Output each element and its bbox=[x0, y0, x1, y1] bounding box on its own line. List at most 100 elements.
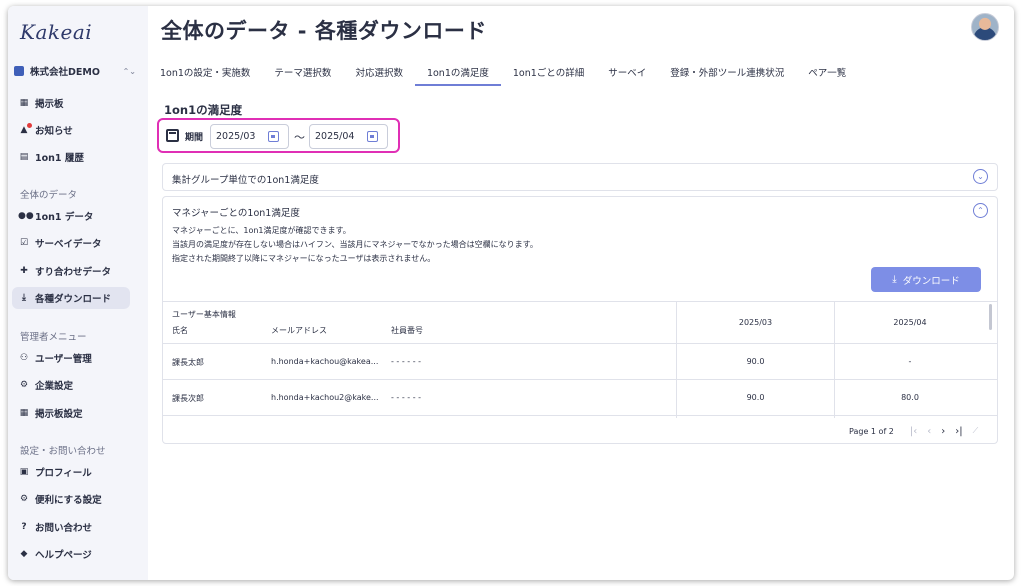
tab-bar: 1on1の設定・実施数 テーマ選択数 対応選択数 1on1の満足度 1on1ごと… bbox=[148, 60, 858, 86]
sidebar-item-board[interactable]: ▦ 掲示板 bbox=[12, 92, 130, 114]
tab-1on1-details[interactable]: 1on1ごとの詳細 bbox=[501, 60, 596, 86]
tab-integrations[interactable]: 登録・外部ツール連携状況 bbox=[658, 60, 796, 86]
section-label-admin: 管理者メニュー bbox=[20, 332, 87, 343]
sidebar: Kakeai 株式会社DEMO ⌃⌄ ▦ 掲示板 ▲ お知らせ ▤ 1on1 履… bbox=[8, 6, 148, 580]
cell-email: h.honda+kachou@kakea... bbox=[271, 357, 379, 366]
cell-value: 80.0 bbox=[901, 393, 919, 402]
sidebar-item-1on1-data[interactable]: ●● 1on1 データ bbox=[12, 205, 130, 227]
avatar[interactable] bbox=[971, 13, 999, 41]
tab-pairs[interactable]: ペア一覧 bbox=[796, 60, 858, 86]
prev-page-button[interactable]: ‹ bbox=[927, 426, 931, 437]
sidebar-item-history[interactable]: ▤ 1on1 履歴 bbox=[12, 146, 130, 168]
page-title: 全体のデータ - 各種ダウンロード bbox=[161, 19, 487, 43]
table-row: 課長太郎 h.honda+kachou@kakea... - - - - - -… bbox=[163, 344, 997, 380]
page-indicator: Page 1 of 2 bbox=[849, 426, 894, 436]
column-group-header: ユーザー基本情報 bbox=[172, 310, 236, 319]
chevron-up-icon[interactable]: ⌃ bbox=[973, 203, 988, 218]
group-satisfaction-panel[interactable]: 集計グループ単位での1on1満足度 ⌄ bbox=[162, 163, 998, 191]
sidebar-item-label: 1on1 履歴 bbox=[35, 153, 84, 164]
sidebar-item-label: すり合わせデータ bbox=[35, 267, 112, 278]
gear-icon: ⚙ bbox=[19, 494, 29, 504]
sidebar-item-contact[interactable]: ? お問い合わせ bbox=[12, 516, 130, 538]
table-scrollbar[interactable] bbox=[989, 304, 992, 330]
next-page-button[interactable]: › bbox=[941, 426, 945, 437]
column-header-month: 2025/04 bbox=[893, 318, 927, 327]
company-icon bbox=[14, 66, 24, 76]
period-selector: 期間 2025/03 〜 2025/04 bbox=[157, 118, 400, 153]
calendar-icon[interactable] bbox=[367, 131, 378, 142]
download-icon: ⤓ bbox=[22, 293, 26, 303]
cell-value: 90.0 bbox=[746, 393, 765, 402]
company-switcher[interactable]: 株式会社DEMO ⌃⌄ bbox=[14, 63, 136, 79]
sidebar-item-profile[interactable]: ▣ プロフィール bbox=[12, 461, 130, 483]
help-icon: ? bbox=[21, 522, 27, 532]
panel-description: 指定された期間終了以降にマネジャーになったユーザは表示されません。 bbox=[172, 254, 436, 263]
chevron-down-icon[interactable]: ⌄ bbox=[973, 169, 988, 184]
cell-value: - bbox=[908, 357, 912, 366]
sidebar-item-survey-data[interactable]: ☑ サーベイデータ bbox=[12, 232, 130, 254]
resize-handle-icon[interactable]: ⟋ bbox=[973, 426, 979, 436]
sidebar-item-label: 1on1 データ bbox=[35, 212, 94, 223]
pagination: Page 1 of 2 |‹ ‹ › ›| ⟋ bbox=[849, 424, 978, 438]
puzzle-icon: ✚ bbox=[20, 266, 28, 276]
sidebar-item-label: 各種ダウンロード bbox=[35, 294, 112, 305]
sidebar-item-help[interactable]: ◆ ヘルプページ bbox=[12, 543, 130, 565]
table-row: 課長次郎 h.honda+kachou2@kake... - - - - - -… bbox=[163, 380, 997, 416]
sidebar-item-label: お知らせ bbox=[35, 126, 73, 137]
sidebar-item-label: 掲示板 bbox=[35, 99, 64, 110]
first-page-button[interactable]: |‹ bbox=[910, 426, 917, 437]
survey-icon: ☑ bbox=[19, 238, 29, 248]
period-from-value: 2025/03 bbox=[216, 131, 256, 142]
period-to-input[interactable]: 2025/04 bbox=[309, 124, 388, 149]
panel-title: マネジャーごとの1on1満足度 bbox=[172, 208, 300, 219]
section-title: 1on1の満足度 bbox=[164, 103, 243, 117]
panel-description: 当該月の満足度が存在しない場合はハイフン、当該月にマネジャーでなかった場合は空欄… bbox=[172, 240, 538, 249]
sidebar-item-label: プロフィール bbox=[35, 468, 92, 479]
column-header-month: 2025/03 bbox=[738, 318, 773, 327]
download-button[interactable]: ⤓ ダウンロード bbox=[871, 267, 981, 292]
sidebar-item-preferences[interactable]: ⚙ 便利にする設定 bbox=[12, 488, 130, 510]
manager-satisfaction-panel: マネジャーごとの1on1満足度 ⌃ マネジャーごとに、1on1満足度が確認できま… bbox=[162, 196, 998, 444]
user-manage-icon: ⚇ bbox=[19, 353, 29, 363]
people-icon: ●● bbox=[18, 211, 34, 221]
sidebar-item-label: ヘルプページ bbox=[35, 550, 92, 561]
cell-value: 90.0 bbox=[746, 357, 765, 366]
board-icon: ▦ bbox=[19, 98, 29, 108]
sidebar-item-label: 便利にする設定 bbox=[35, 495, 102, 506]
sidebar-item-notifications[interactable]: ▲ お知らせ bbox=[12, 119, 130, 141]
section-label-data: 全体のデータ bbox=[20, 190, 78, 201]
profile-icon: ▣ bbox=[19, 467, 29, 477]
sidebar-item-board-settings[interactable]: ▦ 掲示板設定 bbox=[12, 402, 130, 424]
tab-theme-count[interactable]: テーマ選択数 bbox=[262, 60, 343, 86]
switch-icon: ⌃⌄ bbox=[122, 66, 136, 76]
cell-name: 課長次郎 bbox=[172, 394, 204, 403]
last-page-button[interactable]: ›| bbox=[955, 426, 962, 437]
table-header: ユーザー基本情報 氏名 メールアドレス 社員番号 2025/03 2025/04 bbox=[163, 302, 997, 344]
sidebar-item-label: お問い合わせ bbox=[35, 523, 93, 534]
download-icon: ⤓ bbox=[892, 274, 897, 285]
panel-description: マネジャーごとに、1on1満足度が確認できます。 bbox=[172, 226, 351, 235]
sidebar-item-alignment-data[interactable]: ✚ すり合わせデータ bbox=[12, 260, 130, 282]
period-from-input[interactable]: 2025/03 bbox=[210, 124, 289, 149]
graduation-icon: ◆ bbox=[20, 549, 28, 559]
history-icon: ▤ bbox=[19, 152, 29, 162]
tab-satisfaction[interactable]: 1on1の満足度 bbox=[414, 60, 501, 86]
column-header-employee-no: 社員番号 bbox=[391, 326, 423, 335]
app-window: Kakeai 株式会社DEMO ⌃⌄ ▦ 掲示板 ▲ お知らせ ▤ 1on1 履… bbox=[8, 6, 1014, 580]
cell-employee-no: - - - - - - bbox=[391, 393, 422, 402]
tab-1on1-settings[interactable]: 1on1の設定・実施数 bbox=[148, 60, 262, 86]
sidebar-item-downloads[interactable]: ⤓ 各種ダウンロード bbox=[12, 287, 130, 309]
sidebar-item-user-management[interactable]: ⚇ ユーザー管理 bbox=[12, 347, 130, 369]
tab-survey[interactable]: サーベイ bbox=[596, 60, 658, 86]
panel-title: 集計グループ単位での1on1満足度 bbox=[172, 175, 319, 186]
sidebar-item-label: 企業設定 bbox=[35, 381, 74, 392]
tab-response-count[interactable]: 対応選択数 bbox=[343, 60, 415, 86]
column-header-name: 氏名 bbox=[172, 326, 188, 335]
calendar-icon[interactable] bbox=[268, 131, 279, 142]
sidebar-item-company-settings[interactable]: ⚙ 企業設定 bbox=[12, 374, 130, 396]
period-separator: 〜 bbox=[294, 131, 305, 144]
download-button-label: ダウンロード bbox=[902, 275, 960, 287]
period-label: 期間 bbox=[185, 133, 204, 143]
app-logo: Kakeai bbox=[20, 20, 93, 44]
sidebar-item-label: 掲示板設定 bbox=[35, 409, 83, 420]
